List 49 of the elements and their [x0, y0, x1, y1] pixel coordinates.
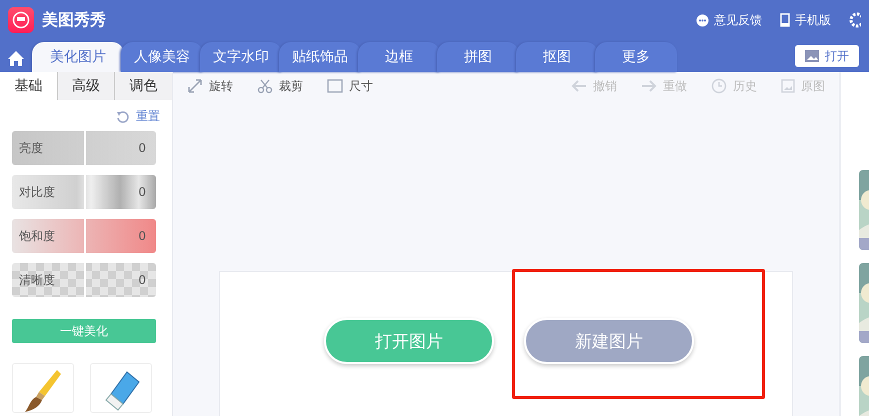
- tab[interactable]: 文字水印: [200, 42, 282, 72]
- phone-icon: [780, 13, 790, 27]
- app-title: 美图秀秀: [42, 10, 107, 30]
- open-button[interactable]: 打开: [795, 45, 859, 67]
- slider-label: 对比度: [19, 184, 55, 200]
- panel-tab[interactable]: 高级: [56, 72, 114, 100]
- right-arrow-icon: [641, 80, 657, 92]
- tab[interactable]: 更多: [595, 42, 677, 72]
- slider-value: 0: [138, 273, 146, 287]
- tab[interactable]: 美化图片: [32, 42, 124, 72]
- adjust-slider[interactable]: 亮度 0: [12, 131, 156, 165]
- tab[interactable]: 贴纸饰品: [279, 42, 361, 72]
- adjust-slider[interactable]: 清晰度 0: [12, 263, 156, 297]
- reset-icon: [116, 110, 130, 124]
- resize-arrow-icon: [187, 78, 203, 94]
- tool-button[interactable]: [12, 363, 74, 413]
- slider-label: 饱和度: [19, 228, 55, 244]
- slider-value: 0: [138, 141, 146, 155]
- scissors-icon: [257, 78, 273, 94]
- paintbrush-icon: [23, 368, 63, 412]
- open-image-button[interactable]: 打开图片: [324, 318, 494, 364]
- left-arrow-icon: [571, 80, 587, 92]
- header-link[interactable]: 手机版: [780, 12, 831, 28]
- tab[interactable]: 人像美容: [121, 42, 203, 72]
- tab[interactable]: 边框: [358, 42, 440, 72]
- slider-value: 0: [138, 185, 146, 199]
- slider-value: 0: [138, 229, 146, 243]
- reset-link[interactable]: 重置: [116, 108, 160, 125]
- image-icon: [805, 50, 819, 62]
- clock-icon: [711, 78, 727, 94]
- tab[interactable]: 拼图: [437, 42, 519, 72]
- tool-button[interactable]: [90, 363, 152, 413]
- slider-label: 亮度: [19, 140, 43, 156]
- toolbar-item[interactable]: 旋转: [187, 78, 233, 94]
- frame-icon: [327, 79, 343, 93]
- tab[interactable]: 抠图: [516, 42, 598, 72]
- auto-enhance-button[interactable]: 一键美化: [12, 319, 156, 343]
- adjust-slider[interactable]: 饱和度 0: [12, 219, 156, 253]
- adjust-slider[interactable]: 对比度 0: [12, 175, 156, 209]
- new-image-button[interactable]: 新建图片: [524, 318, 694, 364]
- header-link[interactable]: 意见反馈: [696, 12, 762, 28]
- panel-tab[interactable]: 调色: [114, 72, 172, 100]
- chat-bubble-icon: [696, 14, 709, 26]
- slider-label: 清晰度: [19, 272, 55, 288]
- toolbar-item[interactable]: 尺寸: [327, 78, 373, 94]
- image-icon: [781, 79, 795, 93]
- settings-icon[interactable]: [849, 12, 861, 28]
- app-logo: [8, 7, 34, 33]
- toolbar-item[interactable]: 裁剪: [257, 78, 303, 94]
